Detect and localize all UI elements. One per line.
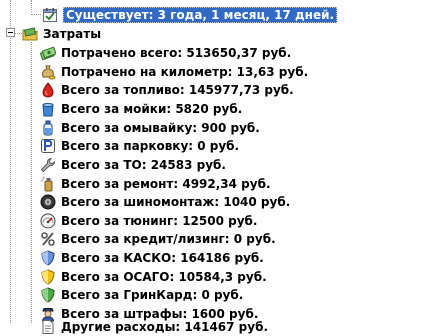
- wrench-icon: [40, 157, 56, 173]
- tree-item-existence[interactable]: Существует: 3 года, 1 месяц, 17 дней.: [42, 6, 338, 24]
- tree-item-label: Всего за ТО: 24583 руб.: [61, 158, 226, 172]
- tree-item-label: Всего за ОСАГО: 10584,3 руб.: [61, 270, 267, 284]
- tree-item-parking[interactable]: Всего за парковку: 0 руб.: [40, 137, 239, 155]
- tree-connector-line: [31, 14, 41, 15]
- tree-connector-line: [31, 0, 32, 12]
- water-bucket-icon: [42, 103, 54, 117]
- collapse-toggle[interactable]: [6, 28, 15, 37]
- tree-item-green-card[interactable]: Всего за ГринКард: 0 руб.: [40, 286, 243, 304]
- spray-can-icon: [41, 176, 53, 192]
- tree-group-expenses[interactable]: Затраты: [22, 25, 101, 43]
- tree-item-label: Всего за мойки: 5820 руб.: [61, 102, 243, 116]
- fuel-drop-icon: [42, 82, 54, 98]
- tree-item-label: Всего за топливо: 145977,73 руб.: [61, 83, 294, 97]
- tree-item-osago[interactable]: Всего за ОСАГО: 10584,3 руб.: [40, 268, 267, 286]
- speedometer-icon: [40, 213, 56, 229]
- document-icon: [42, 320, 54, 334]
- tree-item-washer-fluid[interactable]: Всего за омывайку: 900 руб.: [40, 119, 260, 137]
- tree-item-label: Всего за ремонт: 4992,34 руб.: [61, 177, 271, 191]
- tree-item-label: Потрачено на километр: 13,63 руб.: [61, 65, 309, 79]
- tree-connector-line: [10, 38, 11, 323]
- tree-item-total-spent[interactable]: Потрачено всего: 513650,37 руб.: [40, 44, 291, 62]
- tree-item-label: Всего за КАСКО: 164186 руб.: [61, 251, 264, 265]
- tree-item-kasko[interactable]: Всего за КАСКО: 164186 руб.: [40, 249, 264, 267]
- tree-item-fuel[interactable]: Всего за топливо: 145977,73 руб.: [40, 81, 294, 99]
- tree-item-label: Всего за ГринКард: 0 руб.: [61, 288, 244, 302]
- tree-item-label: Потрачено всего: 513650,37 руб.: [61, 46, 292, 60]
- tire-icon: [40, 194, 56, 210]
- shield-blue-icon: [41, 250, 55, 266]
- tree-item-label: Всего за омывайку: 900 руб.: [61, 121, 260, 135]
- tree-connector-line: [10, 0, 11, 28]
- parking-icon: [41, 139, 55, 153]
- tree-item-tire-service[interactable]: Всего за шиномонтаж: 1040 руб.: [40, 193, 290, 211]
- tree-item-tuning[interactable]: Всего за тюнинг: 12500 руб.: [40, 212, 257, 230]
- tree-item-maintenance[interactable]: Всего за ТО: 24583 руб.: [40, 156, 226, 174]
- tree-item-per-km[interactable]: Потрачено на километр: 13,63 руб.: [40, 63, 308, 81]
- tree-item-other-expenses[interactable]: Другие расходы: 141467 руб.: [40, 318, 268, 336]
- money-bag-icon: [42, 65, 56, 80]
- calendar-icon: [43, 8, 57, 22]
- tree-item-label: Всего за парковку: 0 руб.: [61, 139, 240, 153]
- washer-bottle-icon: [43, 120, 53, 136]
- tree-item-label: Всего за кредит/лизинг: 0 руб.: [61, 232, 276, 246]
- tree-group-label: Затраты: [43, 27, 102, 41]
- tree-connector-line: [31, 42, 32, 323]
- tree-item-label: Всего за шиномонтаж: 1040 руб.: [61, 195, 291, 209]
- tree-item-repair[interactable]: Всего за ремонт: 4992,34 руб.: [40, 175, 271, 193]
- tree-item-credit-leasing[interactable]: Всего за кредит/лизинг: 0 руб.: [40, 230, 276, 248]
- money-bills-icon: [40, 46, 56, 61]
- money-folder-icon: [22, 27, 38, 41]
- shield-green-icon: [41, 287, 55, 303]
- tree-item-label: Существует: 3 года, 1 месяц, 17 дней.: [63, 7, 338, 23]
- tree-item-label: Другие расходы: 141467 руб.: [61, 320, 269, 334]
- expenses-tree-view[interactable]: Существует: 3 года, 1 месяц, 17 дней. За…: [0, 0, 437, 334]
- tree-connector-line: [15, 33, 22, 34]
- percent-icon: [41, 232, 55, 246]
- tree-item-car-wash[interactable]: Всего за мойки: 5820 руб.: [40, 100, 242, 118]
- shield-yellow-icon: [41, 269, 55, 285]
- tree-item-label: Всего за тюнинг: 12500 руб.: [61, 214, 258, 228]
